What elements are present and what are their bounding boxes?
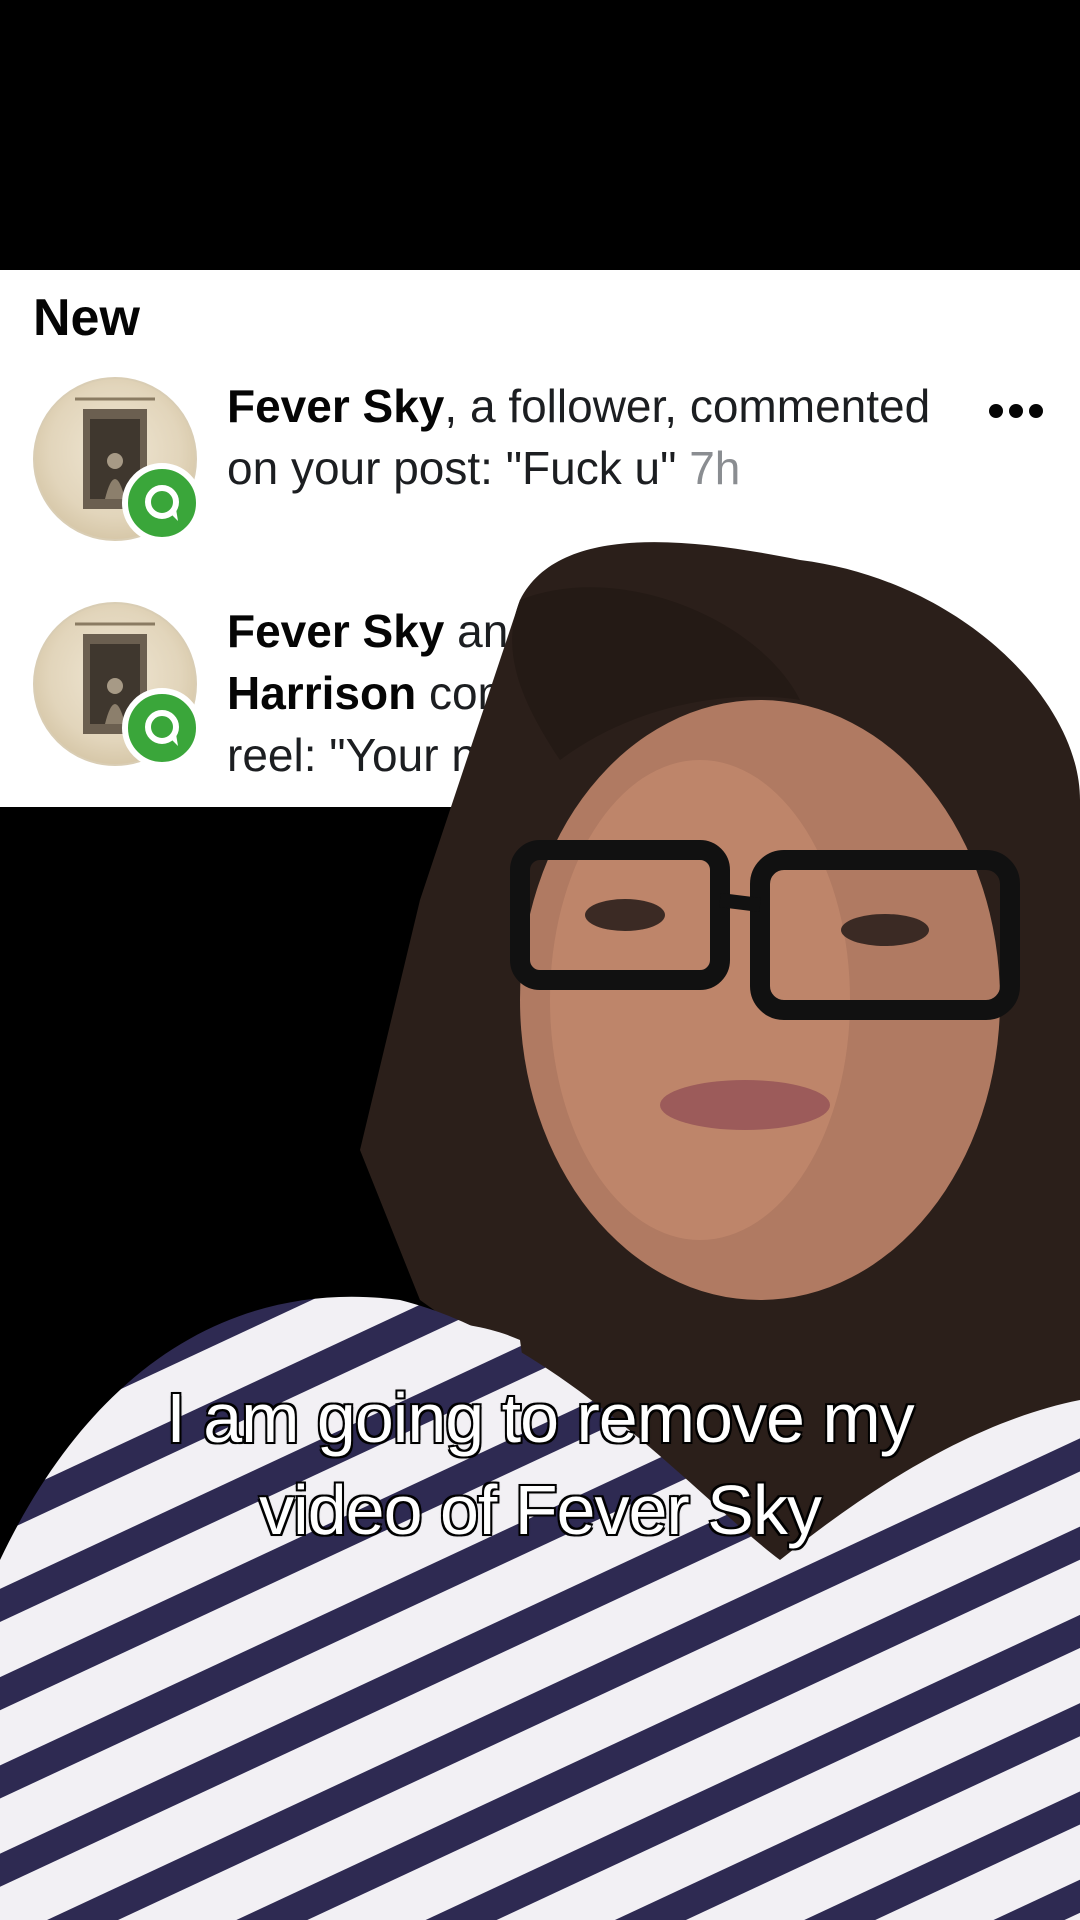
message-bubble-icon <box>122 688 202 768</box>
actor-name[interactable]: Fever Sky <box>227 605 444 657</box>
video-caption: I am going to remove my video of Fever S… <box>0 1372 1080 1556</box>
caption-line-1: I am going to remove my <box>166 1379 914 1457</box>
actor-name[interactable]: Fever Sky <box>227 380 444 432</box>
notification-item[interactable]: Fever Sky and Vi Harrison com reel: "You… <box>0 600 1080 800</box>
message-bubble-icon <box>122 463 202 543</box>
more-horizontal-icon[interactable] <box>986 399 1046 423</box>
notification-text: Fever Sky and Vi Harrison com reel: "You… <box>227 605 590 781</box>
actor-name-2[interactable]: Vi <box>547 605 590 657</box>
actor-name-3[interactable]: Harrison <box>227 667 416 719</box>
timestamp: 7h <box>689 442 741 494</box>
notification-item[interactable]: Fever Sky, a follower, commented on your… <box>0 375 1080 575</box>
notification-text: Fever Sky, a follower, commented on your… <box>227 380 931 494</box>
section-title: New <box>33 289 140 347</box>
caption-line-2: video of Fever Sky <box>259 1471 822 1549</box>
notifications-panel: New Fever Sky, a follower, commented on … <box>0 270 1080 807</box>
